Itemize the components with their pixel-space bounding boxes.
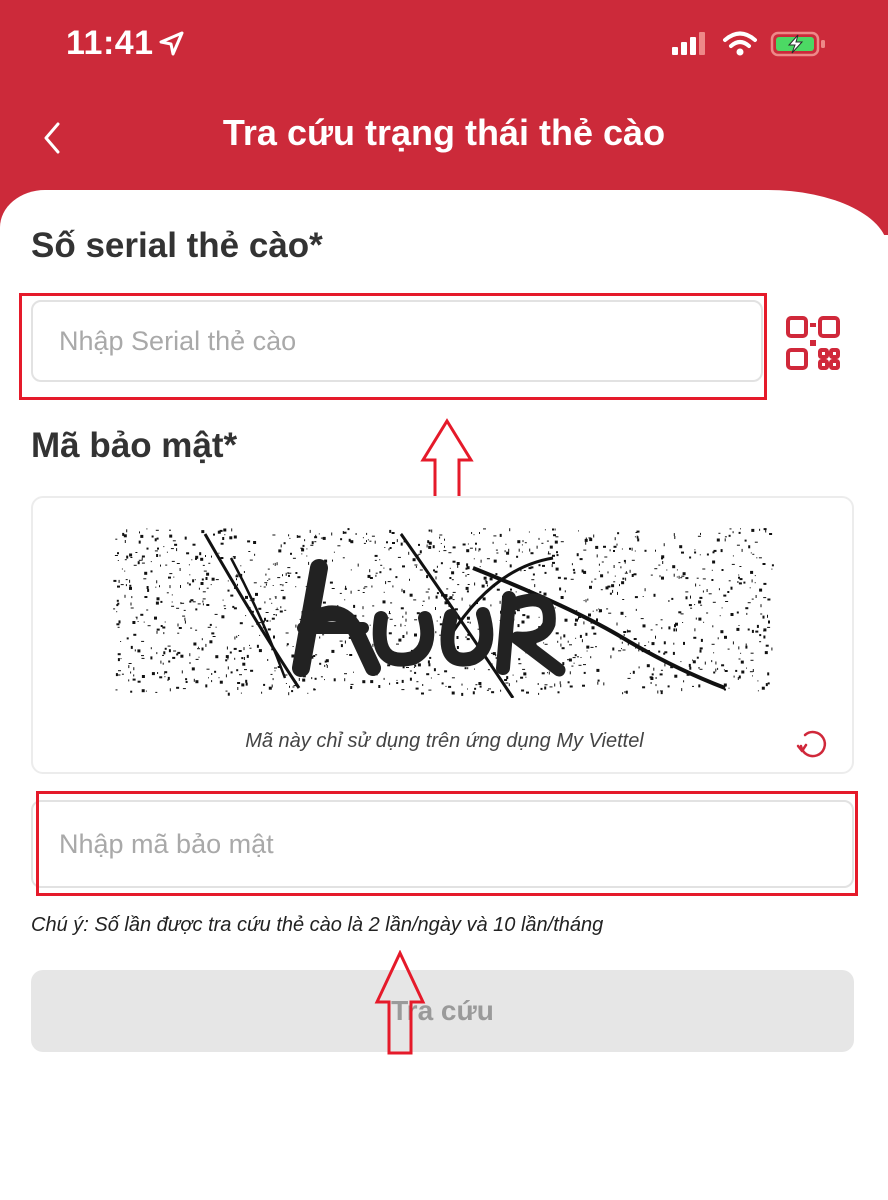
status-icons (670, 30, 828, 58)
location-arrow-icon (159, 31, 184, 56)
cellular-signal-icon (672, 32, 705, 55)
submit-button[interactable]: Tra cứu (31, 970, 854, 1052)
up-arrow-icon (374, 950, 426, 1055)
status-time: 11:41 (66, 24, 154, 62)
up-arrow-icon (420, 418, 474, 503)
battery-charging-icon (770, 31, 825, 57)
wifi-icon (723, 31, 757, 56)
captcha-note: Mã này chỉ sử dụng trên ứng dụng My Viet… (245, 730, 644, 752)
page-title: Tra cứu trạng thái thẻ cào (222, 112, 666, 153)
captcha-image (113, 528, 779, 698)
captcha-card: Mã này chỉ sử dụng trên ứng dụng My Viet… (31, 496, 854, 774)
qr-code-icon[interactable] (785, 315, 841, 371)
serial-highlight-box (19, 293, 767, 400)
security-highlight-box (36, 791, 858, 896)
security-label: Mã bảo mật* (31, 426, 238, 465)
refresh-icon[interactable] (795, 726, 829, 760)
limit-note: Chú ý: Số lần được tra cứu thẻ cào là 2 … (31, 914, 604, 936)
serial-label: Số serial thẻ cào* (31, 226, 323, 265)
